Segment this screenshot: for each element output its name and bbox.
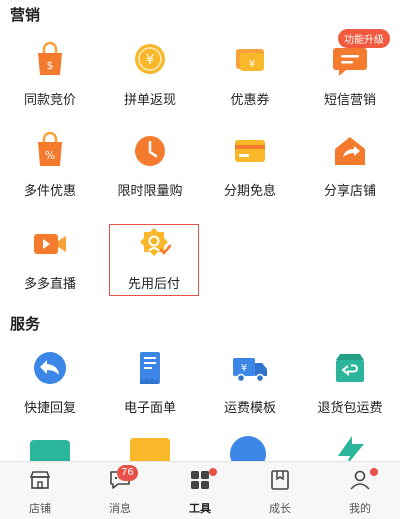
grid-item-duoduo-live[interactable]: 多多直播 [0,224,100,316]
tab-store[interactable]: 店铺 [0,462,80,519]
grid-item-label: 运费模板 [223,401,276,416]
reply-arrow-icon [34,352,66,384]
service-section-title: 服务 [10,315,41,333]
grid-item-label: 先用后付 [127,277,180,292]
grid-item-label: 多多直播 [23,277,76,292]
grid-item-share-store[interactable]: 分享店铺 [300,131,400,223]
grid-item-group-cashback[interactable]: ¥ 拼单返现 [100,40,200,132]
svg-text:¥: ¥ [241,363,247,374]
grid-item-multi-piece-discount[interactable]: % 多件优惠 [0,131,100,223]
grid-item-label: 限时限量购 [117,184,183,199]
tab-label: 成长 [269,502,291,515]
grid-item-return-shipping-insurance[interactable]: 退货包运费 [300,348,400,440]
grid-item-label: 同款竞价 [23,93,76,108]
partial-row-icon-2 [130,436,170,462]
profile-notification-dot [370,468,378,476]
message-count-badge: 76 [117,465,138,481]
tab-label: 我的 [349,502,371,515]
grid-item-label: 优惠券 [230,93,270,108]
video-camera-icon [34,234,66,254]
clock-icon [135,136,165,166]
user-icon [350,470,370,490]
grid-item-label: 电子面单 [123,401,176,416]
grid-item-same-style-bidding[interactable]: $ 同款竞价 [0,40,100,132]
percent-bag-icon: % [38,131,62,166]
tools-notification-dot [209,468,217,476]
grid-item-use-first-pay-later[interactable]: 先用后付 [104,224,204,316]
return-box-icon [336,354,364,382]
delivery-truck-icon: ¥ [233,358,267,383]
grid-item-label: 短信营销 [323,93,376,108]
grid-item-label: 多件优惠 [23,184,76,199]
yuan-coin-icon: ¥ [135,44,165,74]
partial-row-icon-4 [330,436,370,462]
grid-item-coupon[interactable]: ¥ 优惠券 [200,40,300,132]
tab-label: 工具 [189,502,211,515]
feature-upgrade-badge: 功能升级 [338,29,390,48]
bottom-tab-bar: 店铺 消息 76 工具 成长 我的 [0,461,400,519]
marketing-section-title: 营销 [10,6,41,24]
tab-label: 消息 [109,502,131,515]
grid-item-label: 退货包运费 [317,401,383,416]
store-icon [29,471,51,489]
share-house-icon [335,137,365,165]
bookmark-book-icon [271,470,289,490]
grid-item-quick-reply[interactable]: 快捷回复 [0,348,100,440]
grid-item-e-waybill[interactable]: 电子面单 [100,348,200,440]
partial-row-icon-3 [230,436,270,462]
e-waybill-icon [140,352,160,384]
partial-row-icon-1 [30,436,70,462]
badge-check-icon [140,228,172,256]
tab-growth[interactable]: 成长 [240,462,320,519]
grid-item-installment-interest-free[interactable]: 分期免息 [200,131,300,223]
tab-profile[interactable]: 我的 [320,462,400,519]
tab-label: 店铺 [29,502,51,515]
grid-item-sms-marketing[interactable]: 短信营销 [300,40,400,132]
svg-text:¥: ¥ [249,59,255,70]
tab-tools[interactable]: 工具 [160,462,240,519]
grid-item-label: 快捷回复 [23,401,76,416]
shopping-bag-icon: $ [38,41,62,75]
svg-text:¥: ¥ [146,53,154,68]
grid-item-label: 分期免息 [223,184,276,199]
grid-item-label: 拼单返现 [123,93,176,108]
credit-card-icon [235,140,265,162]
svg-text:%: % [45,149,55,162]
grid-item-limited-time-purchase[interactable]: 限时限量购 [100,131,200,223]
grid-item-shipping-template[interactable]: ¥ 运费模板 [200,348,300,440]
grid-item-label: 分享店铺 [323,184,376,199]
svg-text:$: $ [47,59,54,72]
coupon-icon: ¥ [236,49,264,71]
